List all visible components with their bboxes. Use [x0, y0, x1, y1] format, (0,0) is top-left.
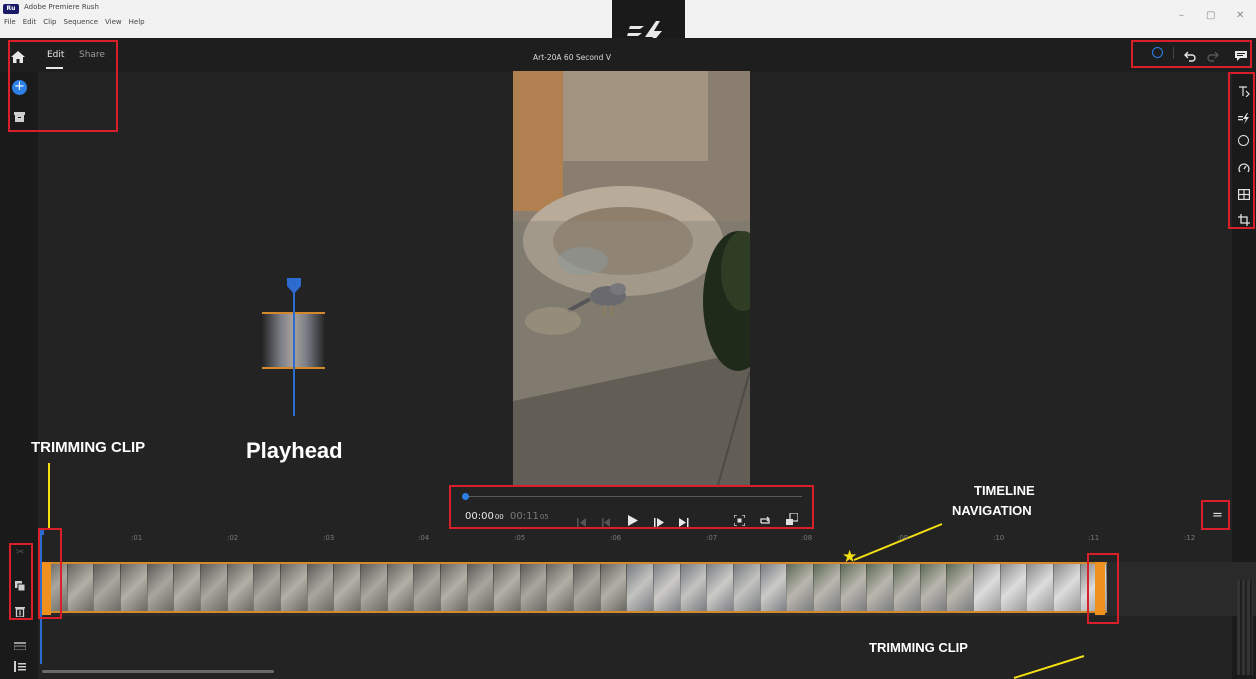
- track-options-icon[interactable]: [13, 635, 27, 654]
- minimize-button[interactable]: –: [1179, 10, 1184, 21]
- annotation-line-right: [1010, 652, 1088, 679]
- ruler-tick: :11: [1088, 534, 1100, 542]
- annotation-line: [48, 463, 50, 529]
- menu-edit[interactable]: Edit: [23, 18, 37, 26]
- annotation-playhead: Playhead: [246, 438, 343, 463]
- annotation-timeline: TIMELINE: [974, 483, 1035, 498]
- ruler-tick: :03: [323, 534, 335, 542]
- highlight-box: [9, 543, 33, 620]
- highlight-box: [8, 40, 118, 132]
- app-badge-icon: Ru: [3, 4, 19, 14]
- ruler-tick: :07: [706, 534, 718, 542]
- audio-level-meter: [1237, 580, 1253, 675]
- ruler-tick: :08: [801, 534, 813, 542]
- ruler-tick: :12: [1184, 534, 1196, 542]
- highlight-box: [1131, 40, 1252, 68]
- menu-sequence[interactable]: Sequence: [64, 18, 99, 26]
- maximize-button[interactable]: ▢: [1206, 10, 1215, 21]
- app-header: [0, 38, 1256, 72]
- window-title: Adobe Premiere Rush: [24, 3, 99, 11]
- menu-file[interactable]: File: [4, 18, 16, 26]
- ruler-tick: :06: [610, 534, 622, 542]
- ruler-tick: :01: [131, 534, 143, 542]
- menu-clip[interactable]: Clip: [43, 18, 56, 26]
- ruler-tick: :04: [418, 534, 430, 542]
- playhead-marker-icon: [287, 278, 301, 298]
- ruler-tick: :05: [514, 534, 526, 542]
- playhead-line-over-clip: [293, 312, 295, 369]
- highlight-box: [449, 485, 814, 529]
- video-preview[interactable]: [513, 71, 750, 485]
- ruler-tick: :09: [897, 534, 909, 542]
- project-title: Art-20A 60 Second V: [533, 53, 611, 62]
- close-button[interactable]: ✕: [1236, 10, 1244, 21]
- highlight-box: [38, 528, 62, 619]
- annotation-trimming-clip-left: TRIMMING CLIP: [31, 439, 146, 456]
- menu-bar: File Edit Clip Sequence View Help: [4, 18, 145, 26]
- timeline-horizontal-scrollbar[interactable]: [42, 670, 274, 673]
- ruler-tick: :10: [993, 534, 1005, 542]
- menu-view[interactable]: View: [105, 18, 122, 26]
- highlight-box: [1228, 72, 1255, 229]
- menu-help[interactable]: Help: [129, 18, 145, 26]
- highlight-box: [1201, 500, 1230, 530]
- annotation-navigation: NAVIGATION: [952, 503, 1032, 518]
- annotation-trimming-clip-right: TRIMMING CLIP: [869, 640, 968, 655]
- track-list-icon[interactable]: [14, 657, 26, 676]
- ruler-tick: :02: [227, 534, 239, 542]
- video-clip[interactable]: [41, 562, 1107, 613]
- highlight-box: [1087, 553, 1119, 624]
